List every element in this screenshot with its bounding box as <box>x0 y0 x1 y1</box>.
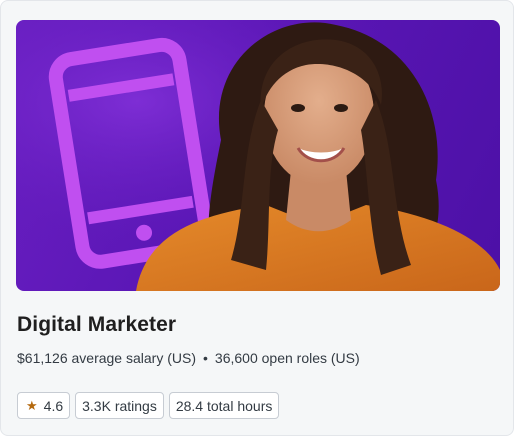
total-hours-chip: 28.4 total hours <box>168 392 280 419</box>
course-stat-chips: ★ 4.6 3.3K ratings 28.4 total hours <box>17 392 280 419</box>
career-hero-image <box>16 20 500 291</box>
career-stats-line: $61,126 average salary (US) • 36,600 open … <box>17 350 360 366</box>
ratings-count-chip: 3.3K ratings <box>75 392 164 419</box>
ratings-count: 3.3K ratings <box>82 397 157 414</box>
hero-illustration <box>16 20 500 291</box>
rating-chip: ★ 4.6 <box>17 392 71 419</box>
rating-value: 4.6 <box>43 397 64 414</box>
total-hours: 28.4 total hours <box>175 397 273 414</box>
career-card[interactable]: Digital Marketer $61,126 average salary … <box>0 0 514 436</box>
star-icon: ★ <box>26 397 38 413</box>
open-roles: 36,600 open roles (US) <box>214 350 360 366</box>
average-salary: $61,126 average salary (US) <box>17 350 196 366</box>
career-title[interactable]: Digital Marketer <box>17 313 176 337</box>
separator-dot: • <box>203 350 208 366</box>
